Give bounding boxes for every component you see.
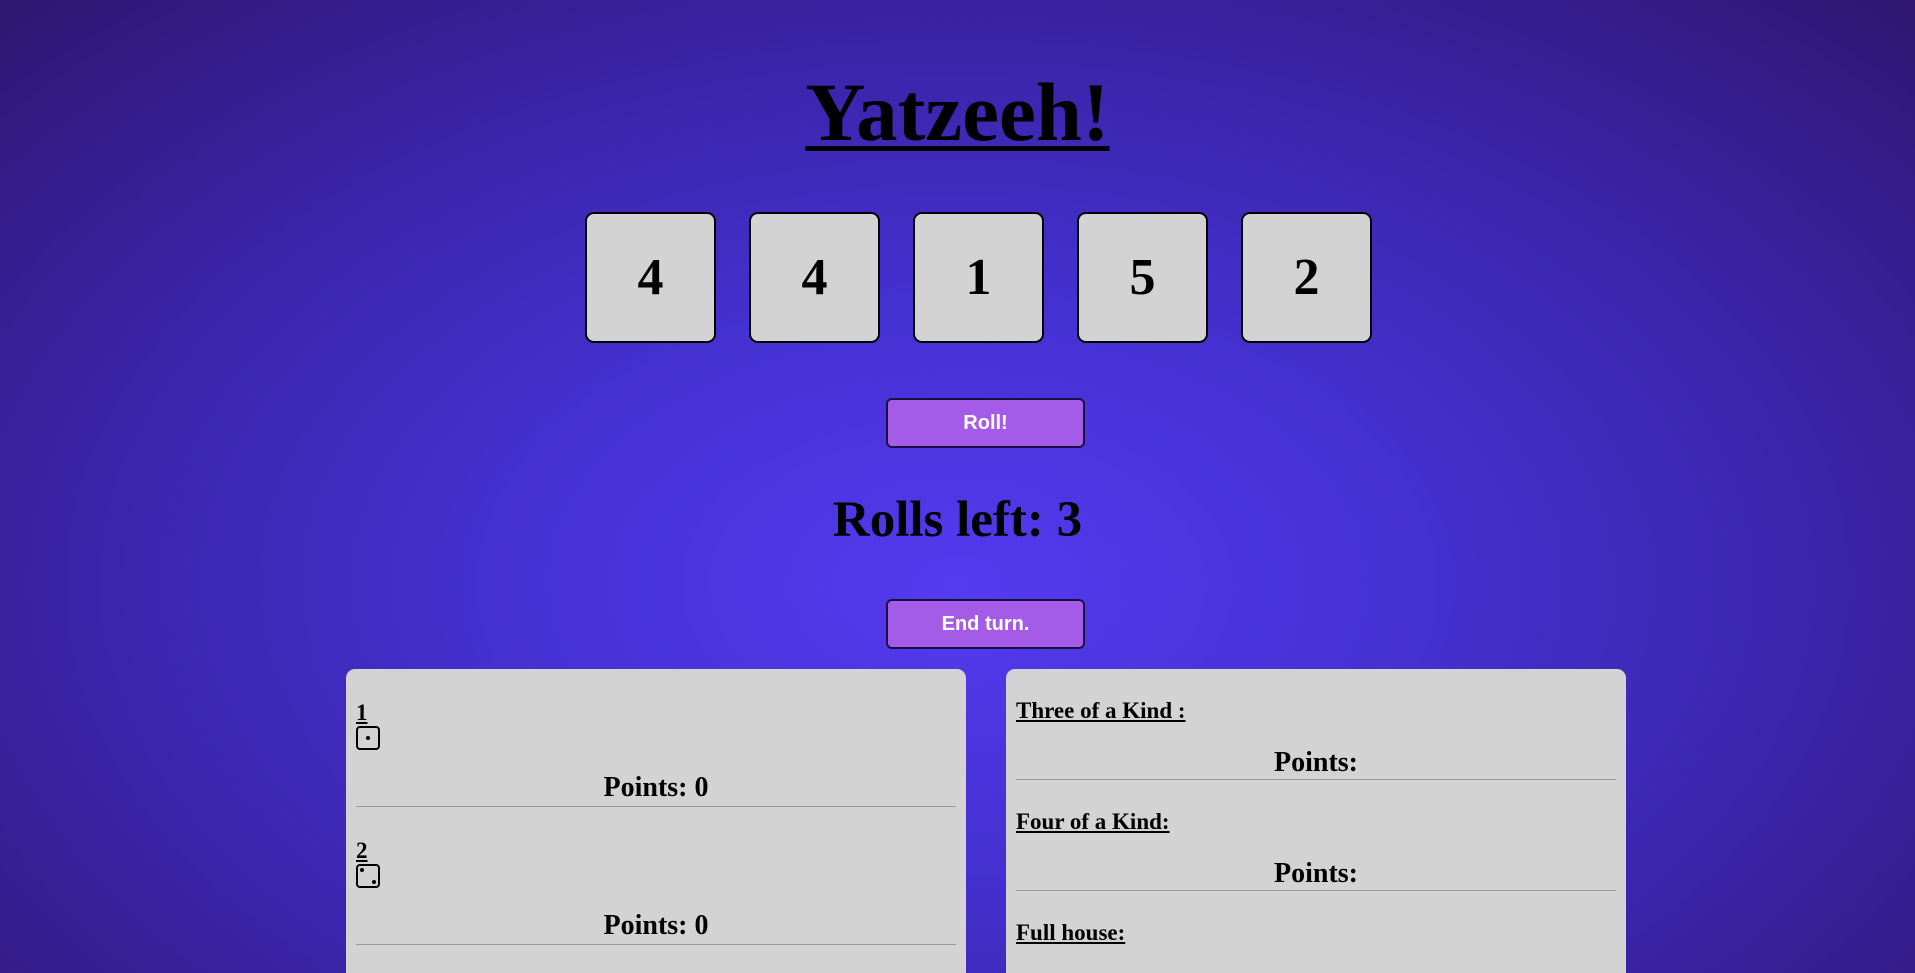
points-label: Points: 0 xyxy=(603,772,709,803)
die-face-2-icon xyxy=(356,864,380,888)
upper-section-panel: 1 Points: 0 2 Points: 0 xyxy=(346,669,966,973)
dice-row: 4 4 1 5 2 xyxy=(585,212,1372,343)
score-row-ones[interactable]: 1 Points: 0 xyxy=(356,669,956,807)
die-4[interactable]: 5 xyxy=(1077,212,1208,343)
score-row-four-of-a-kind[interactable]: Four of a Kind: Points: xyxy=(1016,780,1616,891)
game-title: Yatzeeh! xyxy=(805,66,1110,158)
score-row-three-of-a-kind[interactable]: Three of a Kind : Points: xyxy=(1016,669,1616,780)
category-label: Three of a Kind : xyxy=(1016,698,1186,723)
category-label: 1 xyxy=(356,700,368,725)
roll-button[interactable]: Roll! xyxy=(886,398,1085,448)
end-turn-button[interactable]: End turn. xyxy=(886,599,1085,649)
lower-section-panel: Three of a Kind : Points: Four of a Kind… xyxy=(1006,669,1626,973)
score-row-full-house[interactable]: Full house: xyxy=(1016,891,1616,973)
points-label: Points: 0 xyxy=(603,910,709,941)
die-face-1-icon xyxy=(356,726,380,750)
category-label: 2 xyxy=(356,838,368,863)
category-label: Full house: xyxy=(1016,920,1126,945)
score-row-twos[interactable]: 2 Points: 0 xyxy=(356,807,956,945)
points-label: Points: xyxy=(1274,858,1358,889)
die-1[interactable]: 4 xyxy=(585,212,716,343)
rolls-left-counter: Rolls left: 3 xyxy=(832,492,1083,548)
die-2[interactable]: 4 xyxy=(749,212,880,343)
points-label: Points: xyxy=(1274,747,1358,778)
die-5[interactable]: 2 xyxy=(1241,212,1372,343)
die-3[interactable]: 1 xyxy=(913,212,1044,343)
category-label: Four of a Kind: xyxy=(1016,809,1170,834)
